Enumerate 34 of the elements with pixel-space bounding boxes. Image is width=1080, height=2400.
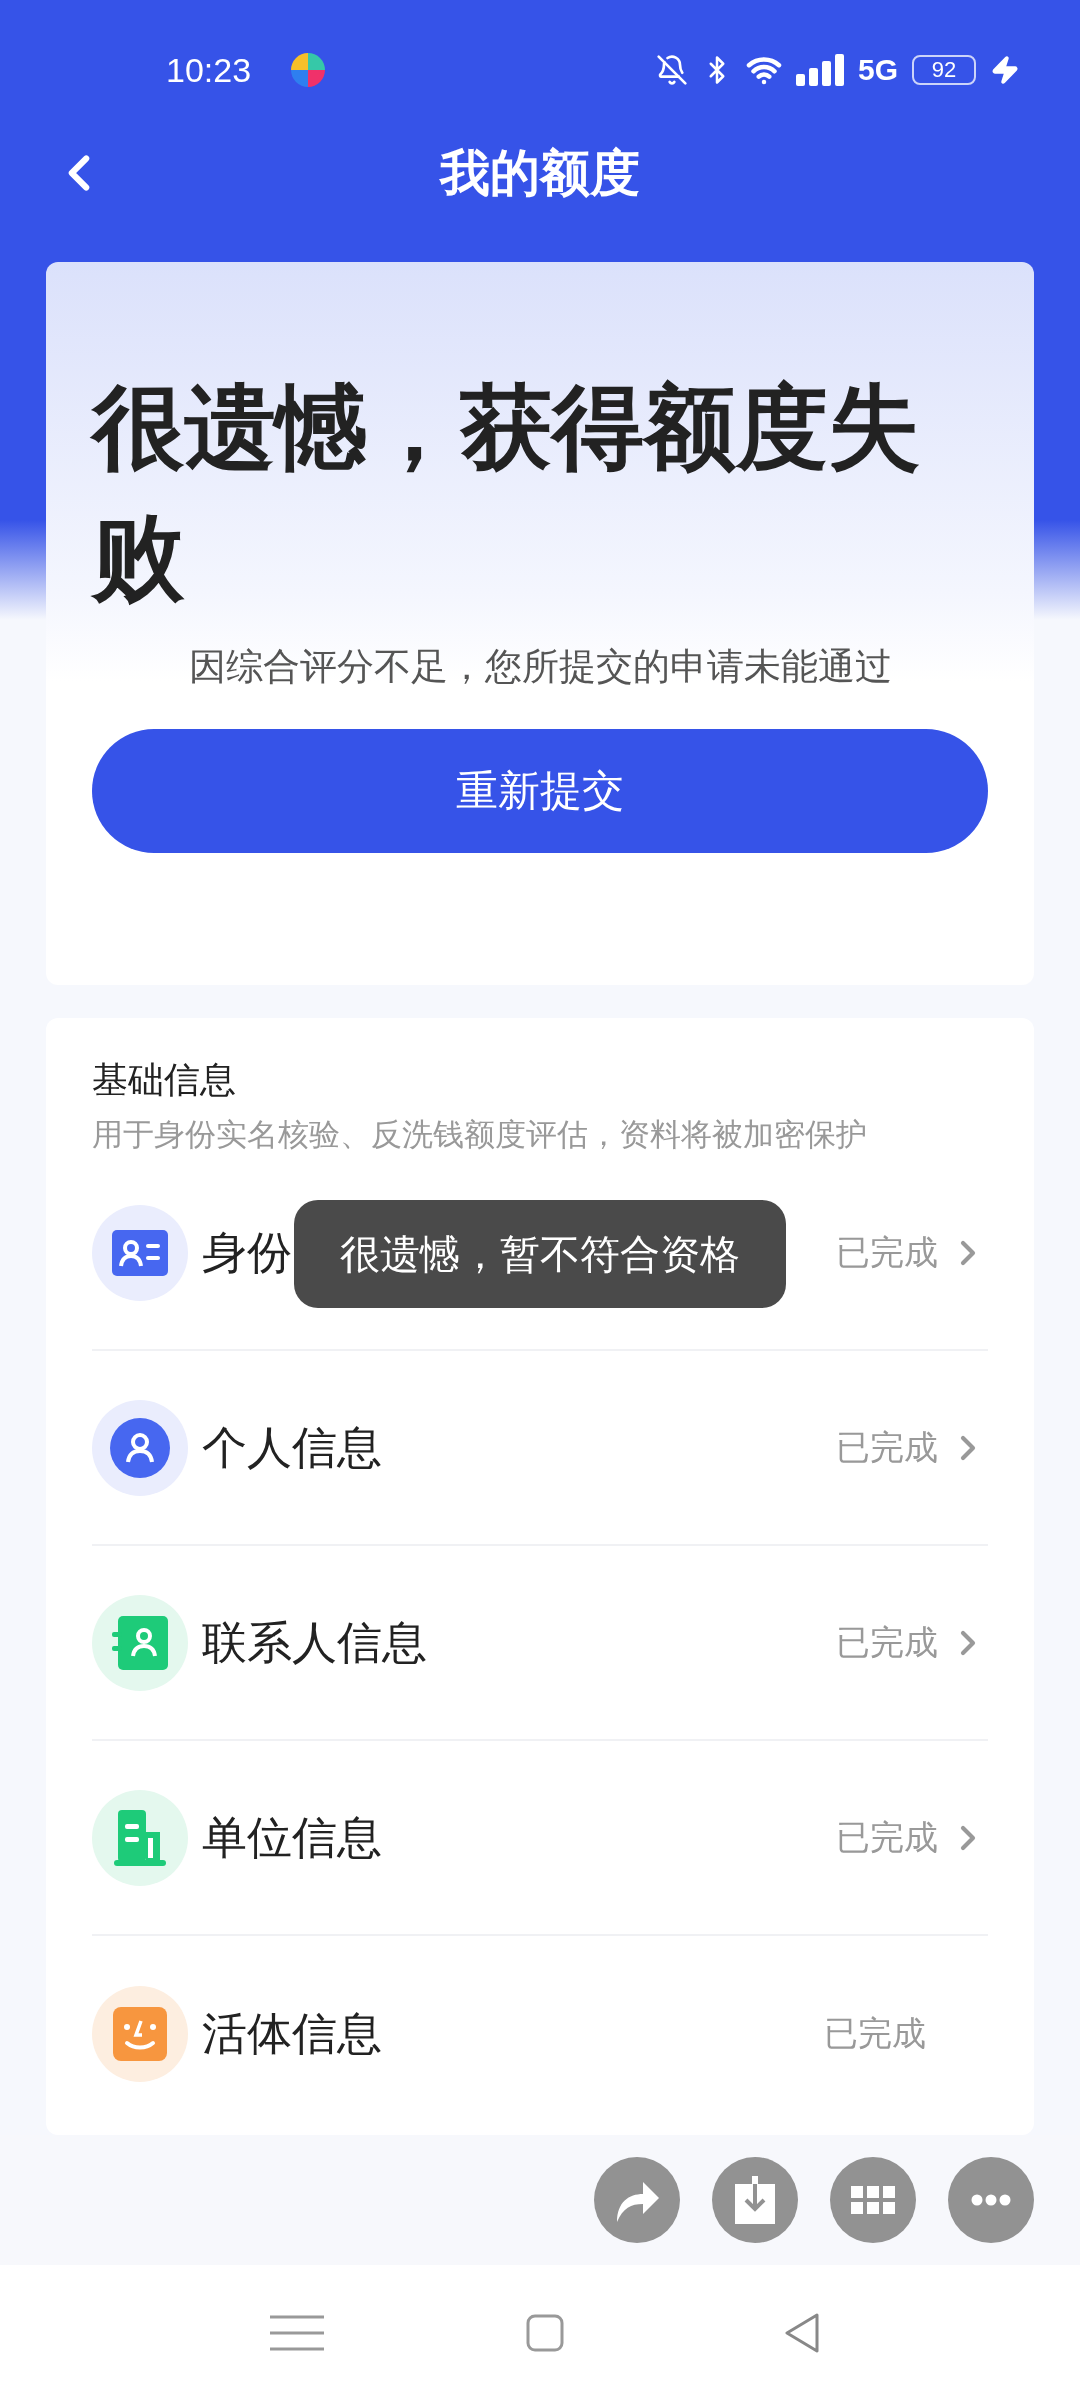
status-label: 已完成 <box>836 1231 938 1273</box>
building-icon <box>114 1809 166 1866</box>
battery-icon: 92 <box>912 55 976 85</box>
signal-icon <box>795 54 844 86</box>
grid-icon[interactable] <box>851 2186 895 2214</box>
status-time: 10:23 <box>166 50 252 90</box>
home-icon[interactable] <box>526 2313 564 2352</box>
section-title: 基础信息 <box>92 1058 237 1102</box>
mute-icon <box>655 54 688 86</box>
result-headline: 很遗憾，获得额度失败 <box>92 375 921 610</box>
status-label: 已完成 <box>836 1621 938 1663</box>
back-icon[interactable] <box>784 2312 820 2353</box>
info-item-label[interactable]: 活体信息 <box>202 2003 382 2064</box>
more-icon[interactable] <box>971 2194 1011 2206</box>
charging-icon <box>990 55 1020 85</box>
person-icon <box>110 1417 170 1478</box>
info-item-label[interactable]: 单位信息 <box>202 1807 382 1868</box>
info-item-label[interactable]: 个人信息 <box>202 1417 382 1478</box>
info-item-label[interactable]: 联系人信息 <box>202 1612 427 1673</box>
result-message: 因综合评分不足，您所提交的申请未能通过 <box>187 645 893 689</box>
info-item-label[interactable]: 身份 <box>202 1222 292 1283</box>
section-subtitle: 用于身份实名核验、反洗钱额度评估，资料将被加密保护 <box>92 1116 868 1154</box>
status-label: 已完成 <box>836 1426 938 1468</box>
toast-message: 很遗憾，暂不符合资格 <box>294 1200 786 1308</box>
contacts-icon <box>112 1615 168 1670</box>
resubmit-button[interactable]: 重新提交 <box>92 729 988 853</box>
app-logo-icon <box>291 53 326 87</box>
page-title: 我的额度 <box>440 143 640 203</box>
download-icon[interactable] <box>735 2176 775 2224</box>
network-type: 5G <box>857 53 898 87</box>
status-label: 已完成 <box>836 1816 938 1858</box>
face-icon <box>113 2006 167 2061</box>
id-card-icon <box>112 1229 168 1276</box>
status-label: 已完成 <box>824 2012 926 2054</box>
